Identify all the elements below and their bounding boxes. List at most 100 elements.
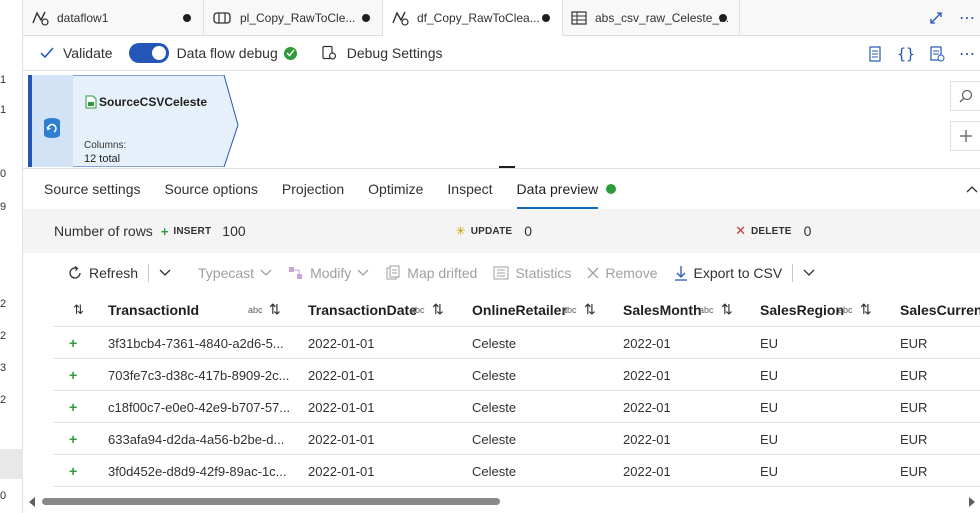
table-icon	[571, 11, 587, 25]
scroll-left-icon[interactable]	[28, 497, 36, 507]
table-cell: EU	[760, 431, 779, 447]
chevron-down-icon[interactable]	[159, 269, 171, 277]
column-header[interactable]: SalesRegion	[760, 302, 844, 318]
config-panel: Source settings Source options Projectio…	[23, 168, 980, 513]
table-cell: 2022-01	[623, 399, 671, 415]
modify-label: Modify	[310, 265, 352, 281]
delete-label: DELETE	[750, 225, 792, 237]
sort-icon[interactable]: ⇅	[584, 301, 596, 318]
column-header[interactable]: OnlineRetailer	[472, 302, 567, 318]
zoom-in-button[interactable]	[950, 121, 980, 151]
refresh-label: Refresh	[89, 265, 139, 281]
remove-button[interactable]: Remove	[587, 265, 658, 281]
settings-flow-icon	[322, 45, 336, 60]
source-node[interactable]: SourceCSVCeleste Columns: 12 total	[27, 74, 240, 168]
tab-inspect[interactable]: Inspect	[447, 169, 492, 209]
delete-x-icon: ✕	[735, 223, 746, 238]
source-icon	[44, 118, 60, 138]
scrollbar-thumb[interactable]	[42, 498, 500, 505]
update-label: UPDATE	[470, 225, 513, 237]
column-header[interactable]: TransactionId	[108, 302, 199, 318]
sort-icon[interactable]: ⇅	[860, 301, 872, 318]
status-dot-icon	[606, 184, 617, 194]
unsaved-dot-icon	[542, 14, 550, 22]
right-tools: {} ⋯	[867, 36, 980, 71]
modify-button[interactable]: Modify	[288, 265, 369, 281]
type-abc-label: abc	[410, 304, 425, 315]
table-row[interactable]: + 703fe7c3-d38c-417b-8909-2c... 2022-01-…	[54, 359, 980, 391]
gutter-number: 2	[0, 298, 7, 310]
plus-icon	[959, 130, 972, 142]
sort-icon[interactable]: ⇅	[432, 301, 444, 318]
document-tabs: dataflow1 pl_Copy_RawToCle... df_Copy_Ra…	[23, 0, 980, 36]
table-cell: 2022-01-01	[308, 335, 375, 351]
tab-label: abs_csv_raw_Celeste_...	[595, 11, 730, 25]
scroll-right-icon[interactable]	[968, 497, 976, 507]
table-row[interactable]: + 3f31bcb4-7361-4840-a2d6-5... 2022-01-0…	[54, 327, 980, 359]
tab-data-preview[interactable]: Data preview	[516, 169, 598, 209]
validate-button[interactable]: Validate	[40, 45, 113, 61]
insert-plus-icon: +	[69, 367, 78, 383]
debug-toggle[interactable]: Data flow debug	[128, 43, 297, 63]
debug-switch[interactable]	[128, 43, 169, 63]
statistics-button[interactable]: Statistics	[493, 265, 571, 281]
map-drifted-label: Map drifted	[407, 265, 478, 281]
node-title: SourceCSVCeleste	[99, 95, 208, 109]
debug-label: Data flow debug	[176, 45, 278, 61]
table-cell: 2022-01-01	[308, 367, 375, 383]
tab-abs-csv[interactable]: abs_csv_raw_Celeste_...	[563, 0, 740, 36]
chevron-down-icon[interactable]	[803, 269, 815, 277]
tab-projection[interactable]: Projection	[282, 169, 344, 209]
tab-source-options[interactable]: Source options	[165, 169, 258, 209]
table-cell: EUR	[900, 367, 928, 383]
table-row[interactable]: + c18f00c7-e0e0-42e9-b707-57... 2022-01-…	[54, 391, 980, 423]
row-summary: Number of rows + INSERT 100 ✳ UPDATE 0 ✕…	[23, 209, 980, 253]
update-value: 0	[524, 223, 533, 239]
dataflow-canvas[interactable]: SourceCSVCeleste Columns: 12 total	[23, 71, 980, 168]
script-icon[interactable]	[867, 45, 883, 62]
insert-plus-icon: +	[69, 431, 78, 447]
sort-icon[interactable]: ⇅	[269, 301, 281, 318]
tab-tools: ⋯	[929, 0, 980, 36]
column-header[interactable]: SalesMonth	[623, 302, 702, 318]
chevron-down-icon	[357, 269, 369, 276]
tab-df-copy[interactable]: df_Copy_RawToClea...	[383, 0, 563, 36]
table-cell: Celeste	[472, 335, 517, 351]
sort-icon[interactable]: ⇅	[721, 301, 733, 318]
data-toolbar: Refresh Typecast Modify Map drifted Stat…	[54, 253, 980, 293]
sort-icon[interactable]: ⇅	[73, 302, 84, 318]
tab-optimize[interactable]: Optimize	[368, 169, 423, 209]
csv-file-icon	[85, 95, 97, 109]
export-csv-button[interactable]: Export to CSV	[674, 265, 782, 281]
modify-icon	[289, 267, 303, 279]
debug-settings-button[interactable]: Debug Settings	[321, 45, 442, 61]
typecast-button[interactable]: Typecast	[198, 265, 272, 281]
table-row[interactable]: + 3f0d452e-d8d9-42f9-89ac-1c... 2022-01-…	[54, 455, 980, 487]
gutter-number: 1	[0, 74, 7, 86]
insert-label: INSERT	[173, 225, 212, 237]
column-header[interactable]: TransactionDate	[308, 302, 417, 318]
table-cell: EUR	[900, 399, 928, 415]
column-header[interactable]: SalesCurrenc	[900, 302, 980, 318]
table-cell: c18f00c7-e0e0-42e9-b707-57...	[108, 399, 291, 415]
more-icon[interactable]: ⋯	[959, 8, 976, 28]
tab-label: pl_Copy_RawToCle...	[240, 11, 356, 25]
code-icon[interactable]: {}	[897, 45, 915, 63]
collapse-icon[interactable]	[966, 185, 978, 193]
tab-source-settings[interactable]: Source settings	[44, 169, 141, 209]
more-icon[interactable]: ⋯	[959, 44, 976, 64]
tab-pipeline[interactable]: pl_Copy_RawToCle...	[204, 0, 383, 36]
type-abc-label: abc	[562, 304, 577, 315]
tab-dataflow1[interactable]: dataflow1	[23, 0, 204, 36]
table-cell: Celeste	[472, 399, 517, 415]
node-columns-label: Columns:	[84, 140, 127, 151]
search-button[interactable]	[950, 81, 980, 111]
properties-icon[interactable]	[929, 45, 945, 62]
map-drifted-button[interactable]: Map drifted	[385, 265, 477, 281]
expand-icon[interactable]	[929, 11, 943, 25]
horizontal-scrollbar[interactable]	[23, 494, 980, 510]
table-row[interactable]: + 633afa94-d2da-4a56-b2be-d... 2022-01-0…	[54, 423, 980, 455]
insert-plus-icon: +	[69, 335, 78, 351]
gutter-number: 3	[0, 362, 7, 374]
refresh-button[interactable]: Refresh	[67, 265, 138, 281]
